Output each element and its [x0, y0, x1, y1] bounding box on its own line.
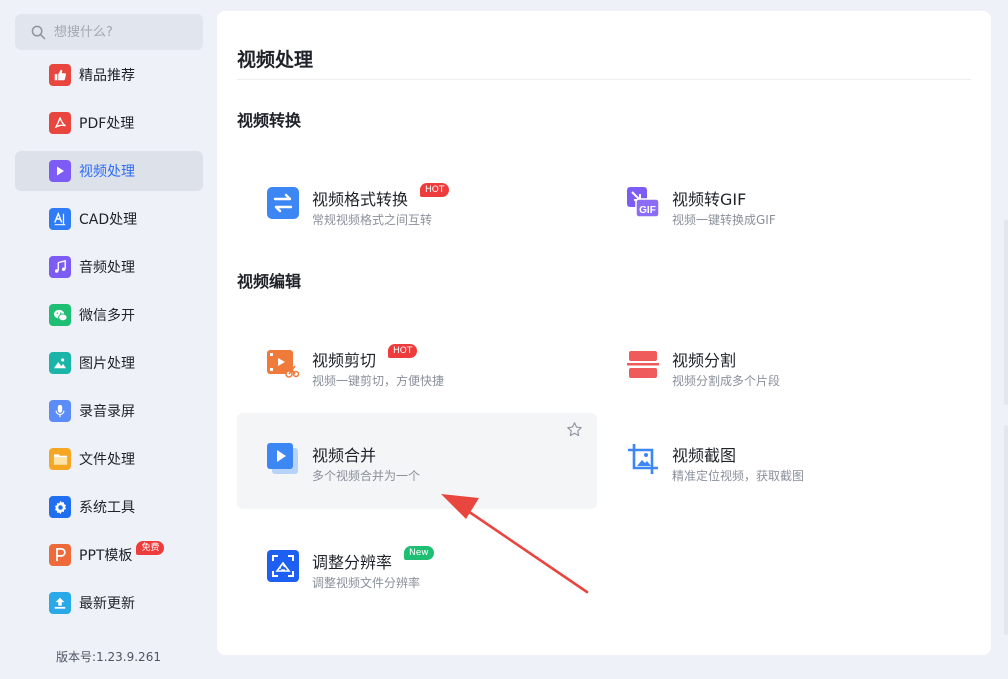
card-desc: 视频分割成多个片段: [672, 374, 781, 388]
card-video-format-convert[interactable]: 视频格式转换 HOT 常规视频格式之间互转: [237, 157, 597, 253]
svg-text:GIF: GIF: [639, 205, 656, 216]
title-divider: [237, 79, 971, 80]
card-title: 视频截图: [672, 446, 737, 465]
new-tag: New: [404, 546, 434, 560]
card-title: 视频剪切: [312, 351, 377, 370]
microphone-icon: [49, 400, 71, 422]
card-title: 视频分割: [672, 351, 737, 370]
card-desc: 调整视频文件分辨率: [312, 576, 421, 590]
favorite-star-icon[interactable]: [566, 421, 583, 442]
sidebar-item-label: 文件处理: [79, 452, 135, 468]
sidebar-nav: 精品推荐 PDF处理 视频处理 CAD处理 音频处理 微信多开 图片处理 录音录…: [15, 55, 203, 631]
gear-icon: [49, 496, 71, 518]
sidebar-item-label: CAD处理: [79, 212, 138, 228]
sidebar-item-label: 微信多开: [79, 308, 135, 324]
sidebar-item-label: 系统工具: [79, 500, 135, 516]
card-title: 视频格式转换: [312, 190, 409, 209]
sidebar-item-label: 视频处理: [79, 164, 135, 180]
sidebar-item-video[interactable]: 视频处理: [15, 151, 203, 191]
card-desc: 常规视频格式之间互转: [312, 213, 433, 227]
search-icon: [31, 25, 46, 39]
merge-video-icon: [267, 443, 299, 475]
sidebar-item-recommended[interactable]: 精品推荐: [15, 55, 203, 95]
sidebar-item-latest-updates[interactable]: 最新更新: [15, 583, 203, 623]
sidebar-item-label: 音频处理: [79, 260, 135, 276]
sidebar-item-ppt-template[interactable]: PPT模板 免费: [15, 535, 203, 575]
card-video-screenshot[interactable]: 视频截图 精准定位视频，获取截图: [597, 413, 957, 509]
section-title-video-edit: 视频编辑: [237, 272, 302, 291]
sidebar-item-label: 录音录屏: [79, 404, 135, 420]
sidebar-item-pdf[interactable]: PDF处理: [15, 103, 203, 143]
card-desc: 多个视频合并为一个: [312, 469, 421, 483]
version-label: 版本号:1.23.9.261: [56, 650, 161, 664]
sidebar-item-label: PDF处理: [79, 116, 135, 132]
cad-icon: [49, 208, 71, 230]
hot-tag: HOT: [388, 344, 418, 358]
sidebar-item-system-tools[interactable]: 系统工具: [15, 487, 203, 527]
card-title: 视频合并: [312, 446, 377, 465]
card-desc: 精准定位视频，获取截图: [672, 469, 805, 483]
thumbs-up-icon: [49, 64, 71, 86]
scrollbar-secondary[interactable]: [1004, 425, 1008, 635]
card-desc: 视频一键剪切，方便快捷: [312, 374, 445, 388]
wechat-icon: [49, 304, 71, 326]
card-video-to-gif[interactable]: GIF 视频转GIF 视频一键转换成GIF: [597, 157, 957, 253]
hot-tag: HOT: [420, 183, 450, 197]
search-box[interactable]: [15, 14, 203, 50]
sidebar-item-file[interactable]: 文件处理: [15, 439, 203, 479]
sidebar-item-image[interactable]: 图片处理: [15, 343, 203, 383]
video-cut-icon: [267, 348, 299, 380]
section-title-video-convert: 视频转换: [237, 111, 302, 130]
main-panel: 视频处理 视频转换 视频格式转换 HOT 常规视频格式之间互转 GIF 视频转G…: [217, 11, 991, 655]
music-note-icon: [49, 256, 71, 278]
sidebar-item-audio[interactable]: 音频处理: [15, 247, 203, 287]
sidebar-item-label: PPT模板: [79, 548, 133, 564]
play-icon: [49, 160, 71, 182]
gif-icon: GIF: [627, 187, 659, 219]
upload-icon: [49, 592, 71, 614]
split-icon: [627, 348, 659, 380]
page-title: 视频处理: [237, 49, 314, 71]
free-badge: 免费: [136, 541, 165, 555]
card-video-merge[interactable]: 视频合并 多个视频合并为一个: [237, 413, 597, 509]
folder-icon: [49, 448, 71, 470]
image-icon: [49, 352, 71, 374]
card-title: 视频转GIF: [672, 190, 747, 209]
scrollbar[interactable]: [1004, 220, 1008, 405]
resolution-icon: [267, 550, 299, 582]
card-desc: 视频一键转换成GIF: [672, 213, 776, 227]
card-video-cut[interactable]: 视频剪切 HOT 视频一键剪切，方便快捷: [237, 318, 597, 414]
card-title: 调整分辨率: [312, 553, 393, 572]
sidebar-item-wechat[interactable]: 微信多开: [15, 295, 203, 335]
card-video-split[interactable]: 视频分割 视频分割成多个片段: [597, 318, 957, 414]
convert-arrows-icon: [267, 187, 299, 219]
sidebar-item-record[interactable]: 录音录屏: [15, 391, 203, 431]
sidebar-item-label: 精品推荐: [79, 68, 135, 84]
sidebar-item-cad[interactable]: CAD处理: [15, 199, 203, 239]
pdf-icon: [49, 112, 71, 134]
sidebar-item-label: 最新更新: [79, 596, 135, 612]
card-adjust-resolution[interactable]: 调整分辨率 New 调整视频文件分辨率: [237, 520, 597, 616]
crop-image-icon: [627, 443, 659, 475]
sidebar-item-label: 图片处理: [79, 356, 135, 372]
ppt-icon: [49, 544, 71, 566]
search-input[interactable]: [54, 24, 194, 40]
sidebar: 精品推荐 PDF处理 视频处理 CAD处理 音频处理: [0, 0, 217, 679]
